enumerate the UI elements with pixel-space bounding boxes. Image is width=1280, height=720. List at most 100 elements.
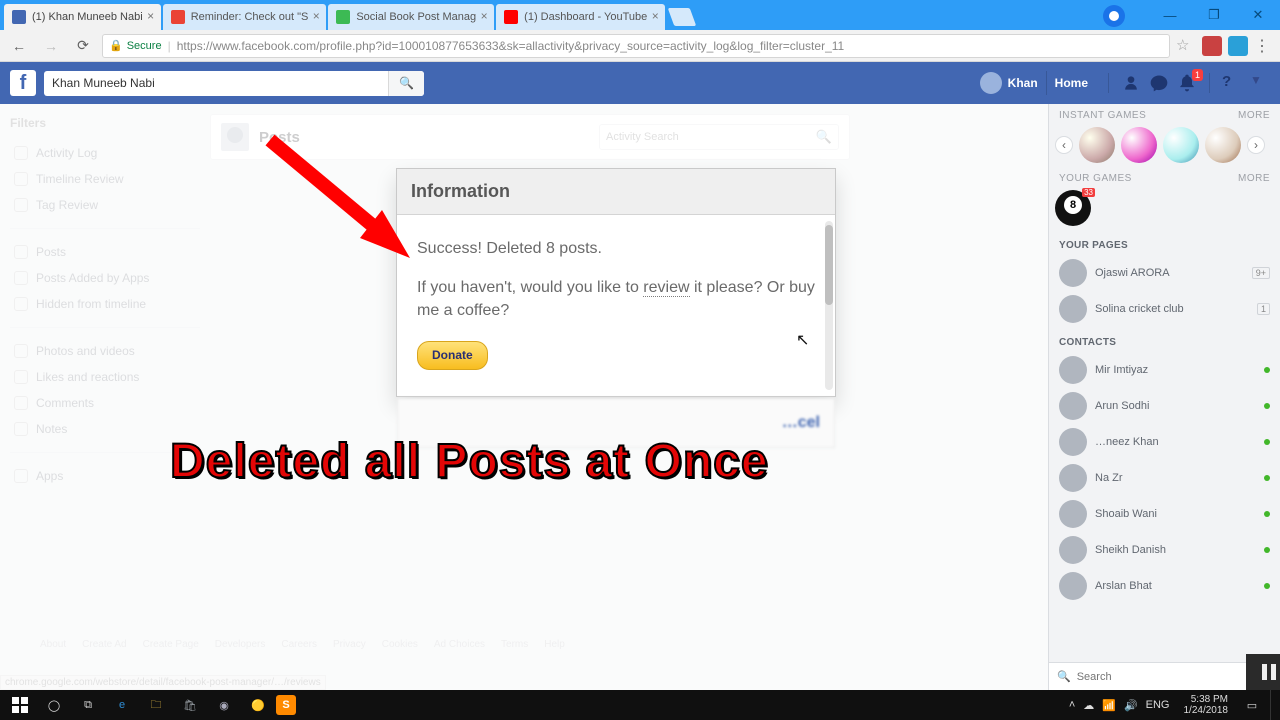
chrome-taskbar-icon[interactable]: 🟡 <box>242 690 274 720</box>
sidebar-item[interactable]: Likes and reactions <box>10 364 200 390</box>
page-item[interactable]: Ojaswi ARORA9+ <box>1049 255 1280 291</box>
online-dot-icon <box>1264 511 1270 517</box>
contact-item[interactable]: Sheikh Danish <box>1049 532 1280 568</box>
contact-item[interactable]: …neez Khan <box>1049 424 1280 460</box>
page-item[interactable]: Solina cricket club1 <box>1049 291 1280 327</box>
maximize-icon[interactable]: ❐ <box>1192 0 1236 30</box>
page-badge: 1 <box>1257 303 1270 315</box>
close-icon[interactable]: × <box>145 10 157 22</box>
show-desktop-button[interactable] <box>1270 690 1276 720</box>
activity-search[interactable]: 🔍 <box>599 124 839 150</box>
back-icon[interactable]: ← <box>6 33 32 59</box>
dialog-title: Information <box>397 169 835 215</box>
sidebar-item[interactable]: Hidden from timeline <box>10 291 200 317</box>
sidebar-item[interactable]: Posts <box>10 239 200 265</box>
taskbar-clock[interactable]: 5:38 PM 1/24/2018 <box>1178 694 1235 716</box>
minimize-icon[interactable]: — <box>1148 0 1192 30</box>
wifi-icon[interactable]: 📶 <box>1102 699 1116 712</box>
chrome-menu-icon[interactable] <box>1254 36 1274 56</box>
tab-0[interactable]: (1) Khan Muneeb Nabi × <box>4 4 161 30</box>
explorer-icon[interactable]: 🗀 <box>140 690 172 720</box>
edge-icon[interactable]: e <box>106 690 138 720</box>
extension-icon[interactable] <box>1228 36 1248 56</box>
sidebar-item[interactable]: Timeline Review <box>10 166 200 192</box>
notifications-icon[interactable]: 1 <box>1177 73 1197 93</box>
chevron-left-icon[interactable]: ‹ <box>1055 136 1073 154</box>
game-icon[interactable] <box>1205 127 1241 163</box>
chat-search-input[interactable] <box>1077 671 1241 683</box>
close-icon[interactable]: × <box>478 10 490 22</box>
omnibox[interactable]: 🔒 Secure | <box>102 34 1170 58</box>
chevron-right-icon[interactable]: › <box>1247 136 1265 154</box>
volume-icon[interactable]: 🔊 <box>1124 699 1138 712</box>
activity-search-input[interactable] <box>606 131 816 143</box>
action-center-icon[interactable]: ▭ <box>1236 690 1268 720</box>
search-icon[interactable]: 🔍 <box>388 71 424 96</box>
contact-item[interactable]: Arslan Bhat <box>1049 568 1280 604</box>
steam-icon[interactable]: ◉ <box>208 690 240 720</box>
more-link[interactable]: MORE <box>1238 110 1270 121</box>
store-icon[interactable]: 🛍 <box>174 690 206 720</box>
home-link[interactable]: Home <box>1046 71 1096 95</box>
sidebar-item[interactable]: Photos and videos <box>10 338 200 364</box>
chrome-profile-icon[interactable] <box>1103 5 1125 27</box>
tab-title: (1) Khan Muneeb Nabi <box>32 11 143 23</box>
language-indicator[interactable]: ENG <box>1146 699 1170 711</box>
scrollbar[interactable] <box>825 221 833 390</box>
system-tray[interactable]: ˄ ☁ 📶 🔊 ENG <box>1063 699 1176 712</box>
help-icon[interactable]: ? <box>1222 73 1242 93</box>
facebook-logo-icon[interactable]: f <box>10 70 36 96</box>
search-icon: 🔍 <box>1057 670 1071 683</box>
contact-item[interactable]: Na Zr <box>1049 460 1280 496</box>
cortana-search-icon[interactable]: ◯ <box>38 690 70 720</box>
contact-item[interactable]: Mir Imtiyaz <box>1049 352 1280 388</box>
sidebar-item[interactable]: Comments <box>10 390 200 416</box>
dialog-cancel-button[interactable]: …cel <box>782 414 820 432</box>
profile-link[interactable]: Khan <box>980 72 1038 94</box>
extension-icon[interactable] <box>1202 36 1222 56</box>
game-icon[interactable] <box>1079 127 1115 163</box>
search-icon[interactable]: 🔍 <box>816 129 832 145</box>
avatar-icon <box>1059 572 1087 600</box>
close-icon[interactable]: × <box>649 10 661 22</box>
messages-icon[interactable] <box>1149 73 1169 93</box>
reload-icon[interactable]: ⟳ <box>70 33 96 59</box>
sidebar-item[interactable]: Tag Review <box>10 192 200 218</box>
tab-title: Reminder: Check out "S <box>191 11 309 23</box>
start-icon[interactable] <box>4 690 36 720</box>
new-tab-button[interactable] <box>668 8 697 26</box>
video-pause-icon[interactable] <box>1246 654 1280 690</box>
fb-search[interactable]: 🔍 <box>44 71 424 96</box>
sidebar-item[interactable]: Activity Log <box>10 140 200 166</box>
game-8ball[interactable]: 33 <box>1055 190 1091 226</box>
taskview-icon[interactable]: ⧉ <box>72 690 104 720</box>
tab-3[interactable]: (1) Dashboard - YouTube × <box>496 4 665 30</box>
onedrive-icon[interactable]: ☁ <box>1083 699 1094 712</box>
settings-dropdown-icon[interactable]: ▼ <box>1250 73 1270 93</box>
contacts-heading: CONTACTS <box>1049 327 1280 352</box>
tab-2[interactable]: Social Book Post Manag × <box>328 4 494 30</box>
facebook-favicon <box>12 10 26 24</box>
friend-requests-icon[interactable] <box>1121 73 1141 93</box>
contact-item[interactable]: Shoaib Wani <box>1049 496 1280 532</box>
contact-item[interactable]: Arun Sodhi <box>1049 388 1280 424</box>
scroll-thumb[interactable] <box>825 225 833 305</box>
tray-chevron-icon[interactable]: ˄ <box>1069 699 1075 711</box>
tab-1[interactable]: Reminder: Check out "S × <box>163 4 327 30</box>
bookmark-star-icon[interactable] <box>1176 36 1196 56</box>
your-pages-heading: YOUR PAGES <box>1049 230 1280 255</box>
chrome-toolbar: ← → ⟳ 🔒 Secure | <box>0 30 1280 62</box>
more-link[interactable]: MORE <box>1238 173 1270 184</box>
tab-title: Social Book Post Manag <box>356 11 476 23</box>
url-input[interactable] <box>177 39 1163 53</box>
sublime-icon[interactable]: S <box>276 695 296 715</box>
game-icon[interactable] <box>1121 127 1157 163</box>
mouse-cursor-icon: ↖ <box>796 330 809 350</box>
review-link[interactable]: review <box>643 279 689 297</box>
donate-button[interactable]: Donate <box>417 341 488 370</box>
sidebar-item[interactable]: Posts Added by Apps <box>10 265 200 291</box>
game-icon[interactable] <box>1163 127 1199 163</box>
close-icon[interactable]: × <box>310 10 322 22</box>
window-close-icon[interactable]: ✕ <box>1236 0 1280 30</box>
fb-search-input[interactable] <box>44 76 388 90</box>
